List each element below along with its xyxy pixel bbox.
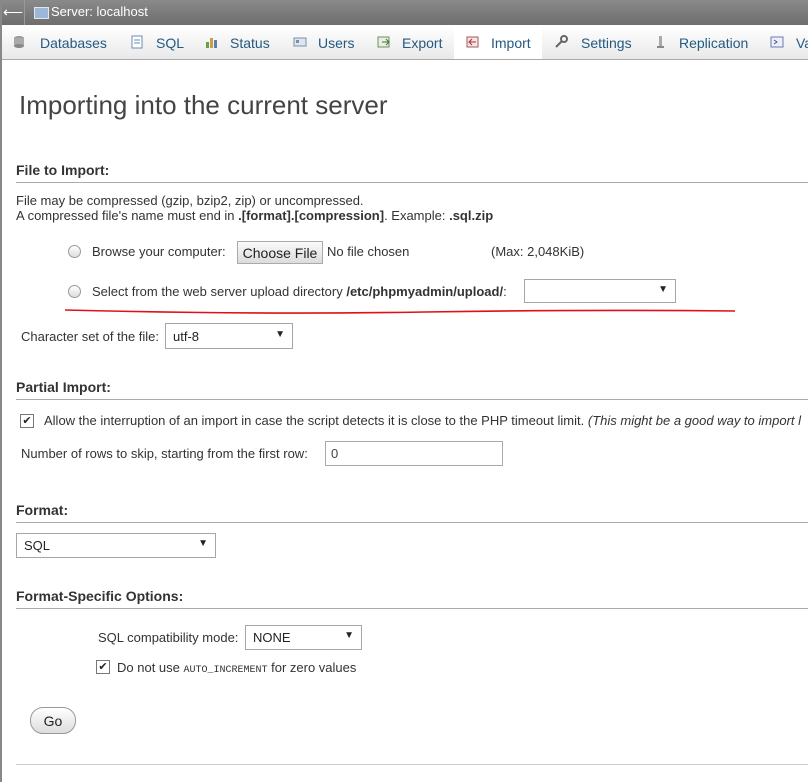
upload-dir-colon: : [503, 284, 507, 299]
compression-note: File may be compressed (gzip, bzip2, zip… [16, 193, 364, 208]
allow-interrupt-label: Allow the interruption of an import in c… [44, 413, 801, 428]
users-icon [293, 37, 307, 47]
chevron-down-icon: ▼ [275, 329, 285, 340]
compat-mode-select[interactable]: NONE ▼ [245, 625, 362, 650]
allow-interrupt-text: Allow the interruption of an import in c… [44, 413, 585, 428]
browse-label: Browse your computer: [92, 244, 226, 259]
server-breadcrumb-bar: ⟵ Server: localhost [2, 0, 808, 25]
tab-settings[interactable]: Settings [542, 26, 641, 59]
server-icon [34, 7, 49, 19]
red-annotation-underline [65, 309, 735, 314]
max-size: (Max: 2,048KiB) [491, 244, 585, 259]
section-format-options: Format-Specific Options: [16, 588, 808, 609]
upload-dir-label: Select from the web server upload direct… [92, 284, 507, 299]
skip-rows-label: Number of rows to skip, starting from th… [21, 446, 308, 461]
extension-format: .[format].[compression] [238, 208, 385, 223]
compat-mode-label: SQL compatibility mode: [98, 630, 239, 645]
select-value: NONE [253, 630, 291, 645]
auto-increment-keyword: AUTO_INCREMENT [183, 665, 268, 676]
tab-databases[interactable]: Databases [2, 26, 117, 59]
section-partial-import: Partial Import: [16, 379, 808, 400]
no-auto-inc-text: Do not use [117, 660, 184, 675]
tab-label: Status [230, 35, 270, 51]
upload-dir-select[interactable]: ▼ [524, 279, 676, 303]
skip-rows-input[interactable]: 0 [325, 441, 503, 466]
select-value: utf-8 [173, 329, 200, 344]
server-breadcrumb[interactable]: Server: localhost [51, 4, 148, 19]
tab-users[interactable]: Users [280, 26, 365, 59]
upload-dir-text: Select from the web server upload direct… [92, 284, 347, 299]
extension-note-text: . Example: [384, 208, 450, 223]
tab-sql[interactable]: SQL [116, 26, 193, 59]
charset-label: Character set of the file: [21, 329, 160, 344]
window-edge [0, 0, 2, 782]
tab-replication[interactable]: Replication [640, 26, 759, 59]
section-file-to-import: File to Import: [16, 162, 808, 183]
variables-icon [770, 36, 784, 48]
chevron-down-icon: ▼ [198, 538, 208, 549]
chevron-down-icon: ▼ [344, 630, 354, 641]
allow-interrupt-note: (This might be a good way to import l [587, 413, 802, 428]
chevron-down-icon: ▼ [658, 284, 668, 295]
tab-label: Replication [679, 35, 749, 51]
tab-label: Databases [40, 35, 107, 51]
main-tabs: Databases SQL Status Users Export Import… [2, 26, 808, 60]
no-auto-inc-text: for zero values [267, 660, 357, 675]
back-arrow-icon[interactable]: ⟵ [2, 0, 25, 25]
go-button[interactable]: Go [30, 707, 76, 734]
page-title: Importing into the current server [19, 90, 388, 120]
tab-label: SQL [156, 35, 185, 51]
databases-icon [14, 36, 24, 48]
tab-label: Va [796, 35, 808, 51]
tab-status[interactable]: Status [192, 26, 281, 59]
extension-note: A compressed file's name must end in .[f… [16, 208, 493, 223]
tab-import[interactable]: Import [454, 26, 543, 59]
tab-label: Import [491, 35, 531, 51]
import-icon [466, 36, 479, 48]
tab-variables[interactable]: Va [758, 26, 808, 59]
replication-icon [657, 36, 664, 48]
settings-icon [555, 35, 568, 48]
sql-icon [131, 35, 143, 49]
section-format: Format: [16, 502, 808, 523]
tab-label: Export [402, 35, 443, 51]
upload-dir-radio[interactable] [68, 285, 81, 298]
tab-export[interactable]: Export [364, 26, 455, 59]
no-auto-increment-label: Do not use AUTO_INCREMENT for zero value… [117, 660, 356, 676]
format-select[interactable]: SQL ▼ [16, 533, 216, 558]
upload-dir-path: /etc/phpmyadmin/upload/ [346, 284, 504, 299]
no-auto-increment-checkbox[interactable]: ✔ [96, 660, 110, 674]
extension-example: .sql.zip [449, 208, 494, 223]
charset-select[interactable]: utf-8 ▼ [165, 323, 293, 349]
no-file-chosen: No file chosen [327, 244, 410, 259]
tab-label: Settings [581, 35, 632, 51]
browse-radio[interactable] [68, 245, 81, 258]
export-icon [377, 36, 390, 48]
tab-label: Users [318, 35, 355, 51]
extension-note-text: A compressed file's name must end in [16, 208, 239, 223]
select-value: SQL [24, 538, 51, 553]
choose-file-button[interactable]: Choose File [237, 241, 323, 264]
divider [16, 764, 808, 765]
allow-interrupt-checkbox[interactable]: ✔ [20, 414, 34, 428]
status-icon [206, 38, 217, 48]
